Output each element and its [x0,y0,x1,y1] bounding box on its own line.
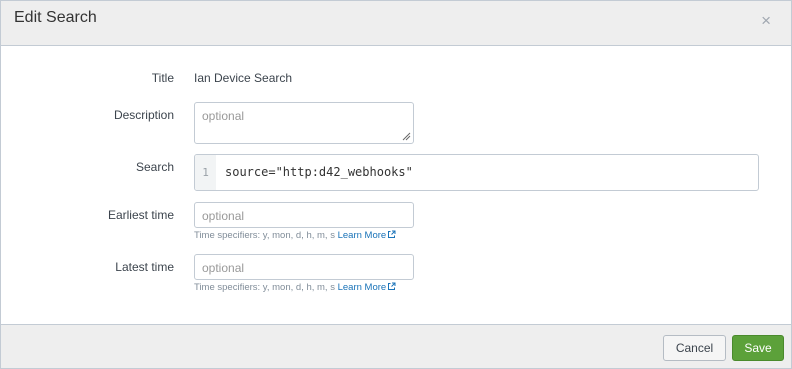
external-link-icon [388,282,396,290]
cancel-button[interactable]: Cancel [663,335,726,361]
edit-search-dialog: Edit Search × Title Ian Device Search De… [0,0,792,369]
latest-time-label: Latest time [115,260,174,274]
line-number: 1 [195,155,216,190]
description-label: Description [113,108,174,122]
latest-time-learn-more-link[interactable]: Learn More [338,282,397,293]
dialog-header: Edit Search × [1,1,791,46]
search-query-editor[interactable]: 1 source="http:d42_webhooks" [194,154,759,191]
title-value: Ian Device Search [194,71,293,85]
latest-time-input[interactable]: optional [194,254,414,280]
latest-time-help: Time specifiers: y, mon, d, h, m, s Lear… [194,282,396,293]
earliest-time-learn-more-link[interactable]: Learn More [338,230,397,241]
earliest-time-label: Earliest time [107,208,174,222]
description-textarea[interactable]: optional [194,102,414,144]
learn-more-label[interactable]: Learn More [338,282,387,293]
description-placeholder: optional [202,109,245,123]
save-button[interactable]: Save [732,335,784,361]
search-query-text[interactable]: source="http:d42_webhooks" [225,155,413,190]
earliest-time-help: Time specifiers: y, mon, d, h, m, s Lear… [194,230,396,241]
resize-grip-icon[interactable] [402,132,411,141]
learn-more-label[interactable]: Learn More [338,230,387,241]
search-label: Search [135,160,174,174]
dialog-title: Edit Search [14,9,97,26]
earliest-time-input[interactable]: optional [194,202,414,228]
earliest-time-placeholder: optional [202,209,245,223]
dialog-footer: Cancel Save [1,324,791,368]
title-label: Title [151,71,174,85]
latest-time-help-text: Time specifiers: y, mon, d, h, m, s [194,282,335,293]
earliest-time-help-text: Time specifiers: y, mon, d, h, m, s [194,230,335,241]
close-icon[interactable]: × [761,12,771,30]
external-link-icon [388,230,396,238]
latest-time-placeholder: optional [202,261,245,275]
